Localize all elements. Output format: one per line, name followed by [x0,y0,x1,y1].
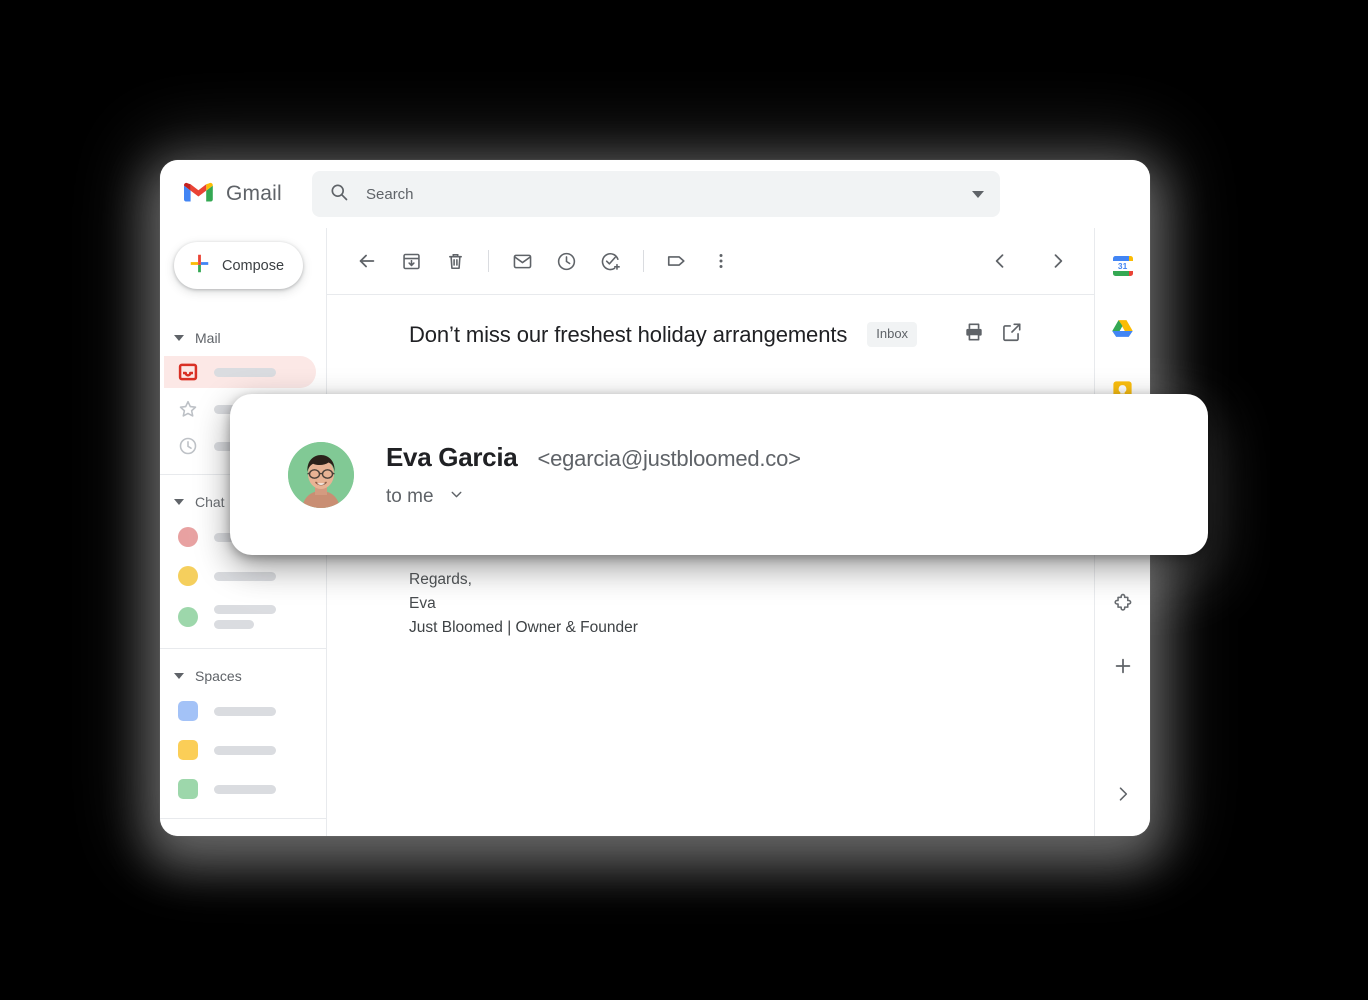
plus-colored-icon [189,253,210,278]
sidebar-item-chat-contact[interactable] [164,559,316,593]
signature-company: Just Bloomed | Owner & Founder [409,619,638,636]
chat-dot-yellow [178,566,198,586]
sidebar-section-title: Spaces [195,668,242,684]
addons-puzzle-icon[interactable] [1103,584,1143,624]
sidebar-section-spaces: Spaces [160,649,326,819]
inbox-icon [178,362,198,382]
sidebar-item-label-placeholder [214,784,276,794]
sidebar-item-label-placeholder [214,605,276,629]
sidebar-item-label-placeholder [214,571,276,581]
space-square-green [178,779,198,799]
avatar-photo [288,441,354,508]
chat-dot-green [178,607,198,627]
message-signature: Regards, Eva Just Bloomed | Owner & Foun… [409,568,1094,640]
placeholder-bar [214,620,254,629]
chevron-down-icon[interactable] [174,499,184,505]
snooze-button[interactable] [546,241,586,281]
sender-identity-line: Eva Garcia <egarcia@justbloomed.co> [386,442,801,473]
search-icon [329,182,349,207]
gmail-wordmark: Gmail [226,182,282,205]
recipient-line[interactable]: to me [386,486,801,508]
signature-name: Eva [409,595,436,612]
compose-button[interactable]: Compose [174,242,303,289]
toolbar-divider [643,250,644,272]
recipient-label: to me [386,485,434,507]
message-toolbar [327,228,1094,295]
placeholder-bar [214,605,276,614]
back-button[interactable] [347,241,387,281]
expand-panel-chevron-right-icon[interactable] [1103,774,1143,814]
sidebar-item-chat-contact[interactable] [164,598,316,636]
add-to-tasks-button[interactable] [590,241,630,281]
svg-text:31: 31 [1117,261,1127,271]
subject-row: Don’t miss our freshest holiday arrangem… [327,295,1094,348]
compose-label: Compose [222,257,285,274]
sidebar-item-space[interactable] [164,694,316,728]
sidebar-section-meet: Meet [160,819,326,836]
sidebar-section-title: Chat [195,494,225,510]
google-calendar-icon[interactable]: 31 [1103,246,1143,286]
more-options-button[interactable] [701,241,741,281]
top-bar: Gmail Search [160,160,1150,228]
google-drive-icon[interactable] [1103,308,1143,348]
page-title: Don’t miss our freshest holiday arrangem… [409,321,848,347]
search-input[interactable]: Search [366,186,955,203]
status-badge[interactable]: Inbox [867,322,918,347]
sidebar-section-header-mail[interactable]: Mail [160,325,326,351]
plus-icon[interactable] [1103,646,1143,686]
open-in-new-icon[interactable] [1001,321,1023,348]
delete-button[interactable] [435,241,475,281]
star-icon [178,399,198,419]
sidebar-item-space[interactable] [164,733,316,767]
space-square-blue [178,701,198,721]
sidebar-section-header-spaces[interactable]: Spaces [160,663,326,689]
screenshot-stage: Gmail Search Compose Mail Chat Spaces Do… [0,0,1368,1000]
avatar[interactable] [288,441,354,508]
toolbar-divider [488,250,489,272]
archive-button[interactable] [391,241,431,281]
gmail-brand[interactable]: Gmail [184,181,312,208]
gmail-m-logo [184,181,213,208]
sidebar-section-header-meet[interactable]: Meet [160,833,326,836]
subject-actions [963,321,1023,348]
clock-icon [178,436,198,456]
sidebar-section-title: Mail [195,330,221,346]
sender-name: Eva Garcia [386,441,518,472]
sidebar-item-label-placeholder [214,367,276,377]
filter-caret-icon[interactable] [972,190,984,198]
labels-button[interactable] [657,241,697,281]
previous-message-button[interactable] [980,241,1020,281]
chevron-down-icon[interactable] [448,486,465,508]
chevron-down-icon[interactable] [174,335,184,341]
mark-unread-button[interactable] [502,241,542,281]
print-icon[interactable] [963,321,985,348]
sender-meta: Eva Garcia <egarcia@justbloomed.co> to m… [386,442,801,508]
chat-dot-red [178,527,198,547]
search-bar[interactable]: Search [312,171,1000,217]
signature-signoff: Regards, [409,571,472,588]
sidebar-item-inbox[interactable] [164,356,316,388]
next-message-button[interactable] [1038,241,1078,281]
sidebar-item-label-placeholder [214,706,276,716]
sender-email: <egarcia@justbloomed.co> [537,445,801,471]
chevron-down-icon[interactable] [174,673,184,679]
sidebar-item-space[interactable] [164,772,316,806]
space-square-yellow [178,740,198,760]
sender-details-card: Eva Garcia <egarcia@justbloomed.co> to m… [230,394,1208,555]
sidebar-item-label-placeholder [214,745,276,755]
